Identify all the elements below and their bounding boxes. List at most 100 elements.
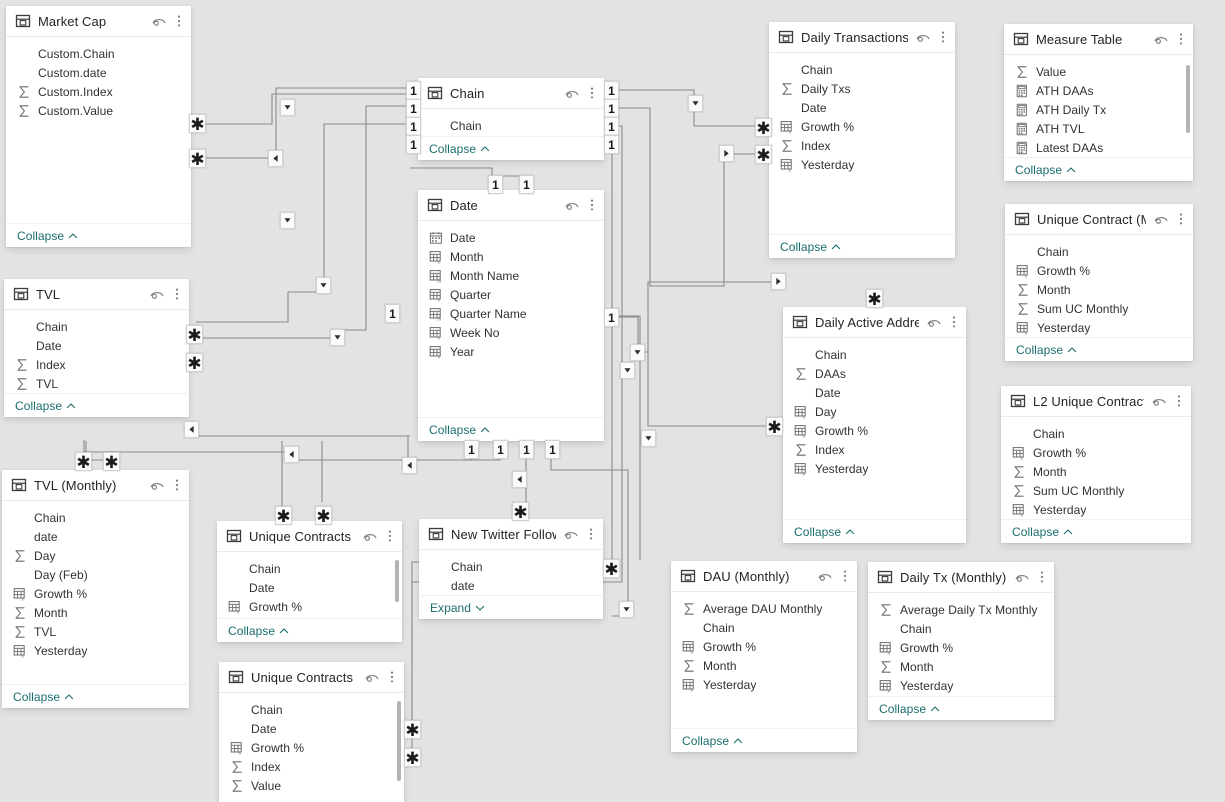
field-row[interactable]: date bbox=[2, 527, 189, 546]
kebab-menu-icon[interactable] bbox=[387, 669, 397, 685]
table-card-dau-monthly[interactable]: DAU (Monthly) Average DAU Monthly Chain x Gr… bbox=[671, 561, 857, 752]
field-row[interactable]: x Growth % bbox=[2, 584, 189, 603]
eye-hide-icon[interactable] bbox=[149, 477, 165, 493]
field-row[interactable]: x Week No bbox=[418, 323, 604, 342]
table-header[interactable]: Daily Transactions bbox=[769, 22, 955, 53]
eye-hide-icon[interactable] bbox=[1014, 569, 1030, 585]
field-row[interactable]: Day (Feb) bbox=[2, 565, 189, 584]
table-header[interactable]: TVL (Monthly) bbox=[2, 470, 189, 501]
table-card-tvl-monthly[interactable]: TVL (Monthly) Chain date Day Day (Feb) x Growt… bbox=[2, 470, 189, 708]
field-row[interactable]: x Yesterday bbox=[671, 675, 857, 694]
table-card-daily-tx-monthly[interactable]: Daily Tx (Monthly) Average Daily Tx Month… bbox=[868, 562, 1054, 720]
eye-hide-icon[interactable] bbox=[564, 85, 580, 101]
field-row[interactable]: Chain bbox=[868, 619, 1054, 638]
kebab-menu-icon[interactable] bbox=[1176, 31, 1186, 47]
expand-toggle[interactable]: Expand bbox=[419, 595, 603, 619]
table-header[interactable]: Date bbox=[418, 190, 604, 221]
field-row[interactable]: x Growth % bbox=[671, 637, 857, 656]
kebab-menu-icon[interactable] bbox=[587, 85, 597, 101]
collapse-toggle[interactable]: Collapse bbox=[418, 417, 604, 441]
field-row[interactable]: Date bbox=[783, 383, 966, 402]
field-row[interactable]: Index bbox=[769, 136, 955, 155]
table-card-daily-active-addresses[interactable]: Daily Active AddressesChainDAAsDatexDayx… bbox=[783, 307, 966, 543]
table-header[interactable]: Daily Tx (Monthly) bbox=[868, 562, 1054, 593]
kebab-menu-icon[interactable] bbox=[586, 526, 596, 542]
field-row[interactable]: Custom.Chain bbox=[6, 44, 191, 63]
field-list-scrollbar[interactable] bbox=[397, 701, 401, 781]
table-card-unique-contracts-de-2[interactable]: Unique Contracts De... Chain Date x Growth %… bbox=[219, 662, 404, 802]
eye-hide-icon[interactable] bbox=[1153, 211, 1169, 227]
collapse-toggle[interactable]: Collapse bbox=[868, 696, 1054, 720]
eye-hide-icon[interactable] bbox=[817, 568, 833, 584]
field-row[interactable]: x Growth % bbox=[217, 597, 402, 616]
table-card-date[interactable]: Date Date x Month fx Month Name x Quarter fx Quar… bbox=[418, 190, 604, 441]
kebab-menu-icon[interactable] bbox=[949, 314, 959, 330]
field-row[interactable]: Average DAU Monthly bbox=[671, 599, 857, 618]
field-row[interactable]: Month bbox=[1001, 462, 1191, 481]
eye-hide-icon[interactable] bbox=[151, 13, 167, 29]
field-row[interactable]: Chain bbox=[418, 116, 604, 135]
collapse-toggle[interactable]: Collapse bbox=[1005, 337, 1193, 361]
field-row[interactable]: date bbox=[419, 576, 603, 595]
table-header[interactable]: Unique Contracts De... bbox=[217, 521, 402, 552]
field-row[interactable]: Date bbox=[217, 578, 402, 597]
eye-hide-icon[interactable] bbox=[1153, 31, 1169, 47]
eye-hide-icon[interactable] bbox=[149, 286, 165, 302]
eye-hide-icon[interactable] bbox=[1151, 393, 1167, 409]
table-card-tvl[interactable]: TVL Chain Date Index TVL Collapse bbox=[4, 279, 189, 417]
collapse-toggle[interactable]: Collapse bbox=[4, 393, 189, 417]
field-row[interactable]: x Growth % bbox=[868, 638, 1054, 657]
field-row[interactable]: ATH DAAs bbox=[1004, 81, 1193, 100]
kebab-menu-icon[interactable] bbox=[840, 568, 850, 584]
field-row[interactable]: Chain bbox=[1005, 242, 1193, 261]
field-row[interactable]: DAAs bbox=[783, 364, 966, 383]
eye-hide-icon[interactable] bbox=[364, 669, 380, 685]
field-row[interactable]: Custom.date bbox=[6, 63, 191, 82]
field-row[interactable]: Chain bbox=[217, 559, 402, 578]
collapse-toggle[interactable]: Collapse bbox=[6, 223, 191, 247]
field-row[interactable]: Sum UC Monthly bbox=[1005, 299, 1193, 318]
field-row[interactable]: Chain bbox=[1001, 424, 1191, 443]
table-header[interactable]: DAU (Monthly) bbox=[671, 561, 857, 592]
table-header[interactable]: New Twitter Follower... bbox=[419, 519, 603, 550]
field-row[interactable]: x Month bbox=[418, 247, 604, 266]
kebab-menu-icon[interactable] bbox=[1176, 211, 1186, 227]
field-row[interactable]: x Yesterday bbox=[1005, 318, 1193, 337]
collapse-toggle[interactable]: Collapse bbox=[671, 728, 857, 752]
field-row[interactable]: Custom.Value bbox=[6, 101, 191, 120]
field-row[interactable]: x Yesterday bbox=[783, 459, 966, 478]
field-row[interactable]: Index bbox=[219, 757, 404, 776]
eye-hide-icon[interactable] bbox=[926, 314, 942, 330]
field-row[interactable]: x Yesterday bbox=[2, 641, 189, 660]
field-row[interactable]: Index bbox=[4, 355, 189, 374]
table-header[interactable]: Daily Active Addresses bbox=[783, 307, 966, 338]
field-row[interactable]: Month bbox=[2, 603, 189, 622]
field-row[interactable]: Date bbox=[769, 98, 955, 117]
field-row[interactable]: x Growth % bbox=[1005, 261, 1193, 280]
table-card-unique-contract-monthly[interactable]: Unique Contract (Mo... Chain x Growth % Mont… bbox=[1005, 204, 1193, 361]
field-row[interactable]: TVL bbox=[4, 374, 189, 393]
field-row[interactable]: x Day bbox=[783, 402, 966, 421]
field-list-scrollbar[interactable] bbox=[1186, 65, 1190, 133]
field-row[interactable]: Date bbox=[4, 336, 189, 355]
field-row[interactable]: x Yesterday bbox=[868, 676, 1054, 695]
field-row[interactable]: Day bbox=[2, 546, 189, 565]
field-row[interactable]: x Yesterday bbox=[1001, 500, 1191, 519]
table-card-measure-table[interactable]: Measure Table Value ATH DAAs ATH Daily Tx AT… bbox=[1004, 24, 1193, 181]
field-row[interactable]: Month bbox=[671, 656, 857, 675]
field-row[interactable]: Month bbox=[868, 657, 1054, 676]
kebab-menu-icon[interactable] bbox=[172, 286, 182, 302]
field-row[interactable]: Month bbox=[1005, 280, 1193, 299]
field-row[interactable]: Chain bbox=[2, 508, 189, 527]
field-row[interactable]: Date bbox=[219, 719, 404, 738]
field-row[interactable]: Chain bbox=[4, 317, 189, 336]
kebab-menu-icon[interactable] bbox=[587, 197, 597, 213]
table-header[interactable]: L2 Unique Contract (... bbox=[1001, 386, 1191, 417]
collapse-toggle[interactable]: Collapse bbox=[769, 234, 955, 258]
table-header[interactable]: Chain bbox=[418, 78, 604, 109]
field-row[interactable]: ATH Daily Tx bbox=[1004, 100, 1193, 119]
eye-hide-icon[interactable] bbox=[564, 197, 580, 213]
collapse-toggle[interactable]: Collapse bbox=[217, 618, 402, 642]
kebab-menu-icon[interactable] bbox=[174, 13, 184, 29]
table-header[interactable]: Market Cap bbox=[6, 6, 191, 37]
